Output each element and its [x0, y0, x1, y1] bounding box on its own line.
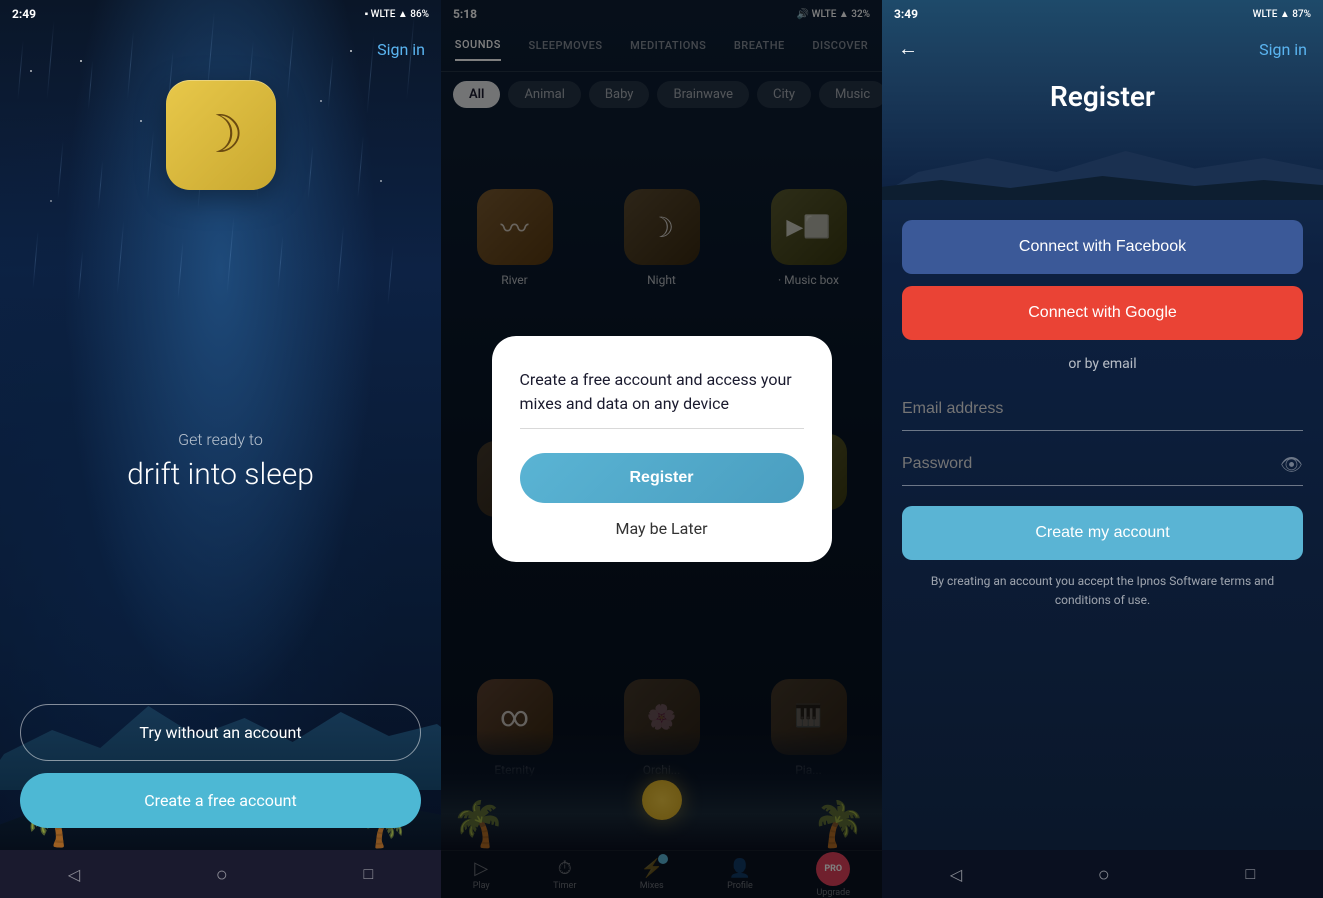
email-input[interactable]	[902, 388, 1303, 431]
welcome-text: Get ready to	[178, 430, 263, 449]
modal-register-button[interactable]: Register	[520, 453, 804, 503]
bottom-nav: ◁ ○ □	[0, 850, 441, 898]
create-account-button[interactable]: Create my account	[902, 506, 1303, 560]
register-modal: Create a free account and access your mi…	[492, 336, 832, 562]
modal-overlay: Create a free account and access your mi…	[441, 0, 882, 898]
create-free-account-button[interactable]: Create a free account	[20, 773, 421, 828]
register-panel: 3:49 WLTE ▲ 87% ← Sign in Register Conne…	[882, 0, 1323, 898]
action-buttons: Try without an account Create a free acc…	[0, 704, 441, 828]
google-connect-button[interactable]: Connect with Google	[902, 286, 1303, 340]
status-bar: 2:49 ▪ WLTE ▲ 86%	[0, 0, 441, 28]
try-without-button[interactable]: Try without an account	[20, 704, 421, 761]
register-content: 3:49 WLTE ▲ 87% ← Sign in Register Conne…	[882, 0, 1323, 898]
status-icons-3: WLTE ▲ 87%	[1253, 9, 1311, 20]
register-form: Connect with Facebook Connect with Googl…	[882, 200, 1323, 630]
register-title: Register	[882, 80, 1323, 113]
status-time-3: 3:49	[894, 7, 918, 21]
status-icons: ▪ WLTE ▲ 86%	[365, 9, 429, 20]
password-input[interactable]	[902, 443, 1303, 486]
nav-home-icon-3[interactable]: ○	[1098, 862, 1110, 887]
modal-later-button[interactable]: May be Later	[616, 519, 708, 538]
modal-text: Create a free account and access your mi…	[520, 368, 804, 416]
terms-prefix: By creating an account you accept the Ip…	[931, 574, 1220, 588]
password-field-wrapper: 👁	[902, 443, 1303, 486]
welcome-panel: 2:49 ▪ WLTE ▲ 86% Sign in ☽ Get ready to…	[0, 0, 441, 898]
main-tagline: drift into sleep	[127, 457, 314, 492]
status-bar-3: 3:49 WLTE ▲ 87%	[882, 0, 1323, 28]
bottom-nav-3: ◁ ○ □	[882, 850, 1323, 898]
terms-text: By creating an account you accept the Ip…	[902, 572, 1303, 610]
app-logo: ☽	[166, 80, 276, 190]
nav-home-icon[interactable]: ○	[216, 862, 228, 887]
nav-recents-icon-3[interactable]: □	[1246, 864, 1256, 884]
nav-back-icon[interactable]: ◁	[68, 865, 80, 884]
nav-back-icon-3[interactable]: ◁	[950, 865, 962, 884]
facebook-connect-button[interactable]: Connect with Facebook	[902, 220, 1303, 274]
status-time: 2:49	[12, 7, 36, 21]
nav-recents-icon[interactable]: □	[364, 864, 374, 884]
register-signin-link[interactable]: Sign in	[1259, 40, 1307, 59]
modal-divider	[520, 428, 804, 429]
back-button[interactable]: ←	[898, 36, 918, 61]
or-by-email-label: or by email	[902, 352, 1303, 376]
eye-icon[interactable]: 👁	[1280, 454, 1303, 475]
moon-icon: ☽	[197, 109, 244, 161]
sounds-panel: 5:18 🔊 WLTE ▲ 32% SOUNDS SLEEPMOVES MEDI…	[441, 0, 882, 898]
